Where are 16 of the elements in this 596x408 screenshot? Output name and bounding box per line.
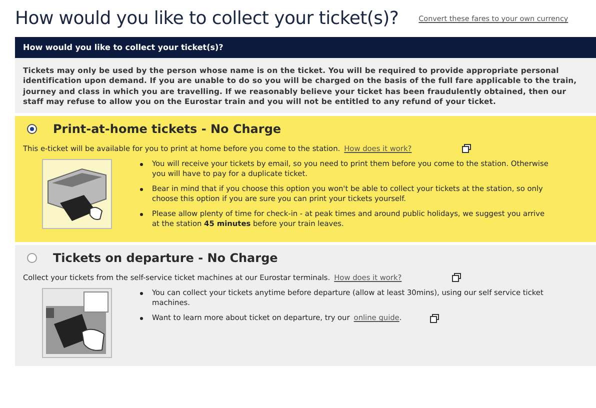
option-title: Print-at-home tickets - No Charge [53, 122, 282, 136]
external-link-icon [452, 273, 461, 282]
printer-ticket-drawing [42, 159, 112, 230]
external-link-icon [430, 314, 439, 323]
option-title: Tickets on departure - No Charge [53, 251, 278, 266]
radio-button[interactable] [27, 253, 37, 264]
ticket-machine-drawing [42, 288, 112, 358]
bullet-icon [140, 316, 143, 320]
bullet-icon [140, 162, 143, 166]
panel-heading: How would you like to collect your ticket(s)? [15, 37, 596, 58]
radio-button[interactable] [27, 124, 37, 134]
bullet-icon [140, 212, 143, 216]
bullet-icon [140, 188, 143, 191]
bullet-icon [140, 292, 143, 295]
page-title: How would you like to collect your ticket(s)? [15, 8, 399, 29]
external-link-icon [462, 144, 471, 154]
